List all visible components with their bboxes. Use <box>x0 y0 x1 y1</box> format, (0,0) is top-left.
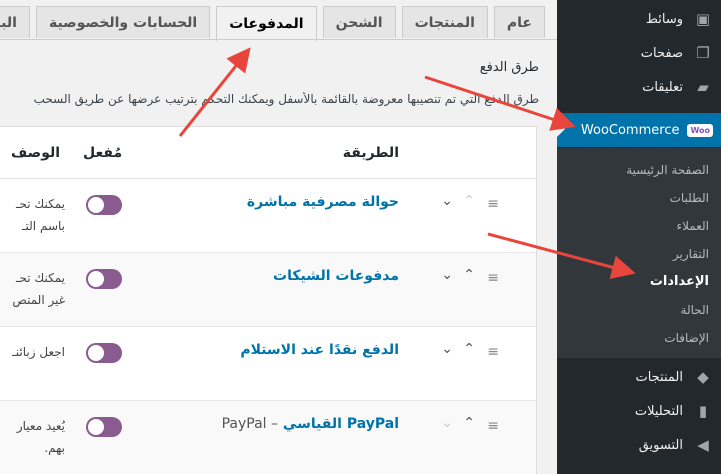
drag-handle-icon[interactable]: ≡ <box>487 418 499 434</box>
move-up-icon[interactable]: ⌃ <box>463 193 475 209</box>
payment-methods-table: الطريقة مُفعل الوصف ≡ ⌃ ⌄ حوالة مصرفية م… <box>0 126 537 474</box>
sidebar-item-label: التحليلات <box>634 403 683 419</box>
drag-handle-icon[interactable]: ≡ <box>487 270 499 286</box>
tab-products[interactable]: المنتجات <box>401 6 488 38</box>
sidebar-item-pages[interactable]: ❐ صفحات <box>557 36 721 70</box>
table-row: ≡ ⌃ ⌄ الدفع نقدًا عند الاستلام اجعل زبائ… <box>0 327 536 401</box>
submenu-status[interactable]: الحالة <box>681 303 709 317</box>
drag-handle-icon[interactable]: ≡ <box>487 344 499 360</box>
sidebar-item-label: صفحات <box>640 45 683 61</box>
settings-content: عام المنتجات الشحن المدفوعات الحسابات وا… <box>0 0 557 474</box>
sidebar-item-products[interactable]: ◆ المنتجات <box>557 360 721 394</box>
sidebar-item-media[interactable]: ▣ وسائط <box>557 2 721 36</box>
table-row: ≡ ⌃ ⌄ مدفوعات الشيكات يمكنك تحـ غير المت… <box>0 253 536 327</box>
admin-sidebar: ▣ وسائط ❐ صفحات ▰ تعليقات Woo WooCommerc… <box>557 0 721 474</box>
sidebar-item-woocommerce[interactable]: Woo WooCommerce <box>557 113 721 147</box>
submenu-extensions[interactable]: الإضافات <box>664 331 709 345</box>
table-row: ≡ ⌃ ⌄ PayPal القياسي – PayPal يُعيد معيا… <box>0 401 536 474</box>
media-icon: ▣ <box>695 10 711 28</box>
comments-icon: ▰ <box>697 78 709 96</box>
enable-toggle[interactable] <box>86 195 122 215</box>
drag-handle-icon[interactable]: ≡ <box>487 196 499 212</box>
submenu-home[interactable]: الصفحة الرئيسية <box>626 163 709 177</box>
header-enabled: مُفعل <box>83 145 123 161</box>
table-header: الطريقة مُفعل الوصف <box>0 127 536 179</box>
tab-accounts-privacy[interactable]: الحسابات والخصوصية <box>35 6 211 38</box>
settings-tabs: عام المنتجات الشحن المدفوعات الحسابات وا… <box>0 6 545 41</box>
move-down-icon[interactable]: ⌄ <box>441 341 453 357</box>
sidebar-item-label: المنتجات <box>635 369 683 385</box>
woocommerce-icon: Woo <box>687 123 713 137</box>
move-up-icon[interactable]: ⌃ <box>463 267 475 283</box>
table-row: ≡ ⌃ ⌄ حوالة مصرفية مباشرة يمكنك تحـ باسم… <box>0 179 536 253</box>
sidebar-item-label: تعليقات <box>642 79 683 95</box>
enable-toggle[interactable] <box>86 269 122 289</box>
method-description: اجعل زبائنـ <box>12 345 65 359</box>
method-description: يمكنك تحـ باسم التـ <box>15 197 65 233</box>
analytics-icon: ▮ <box>698 402 708 420</box>
sidebar-item-label: وسائط <box>645 11 683 27</box>
enable-toggle[interactable] <box>86 417 122 437</box>
section-description: طرق الدفع التي تم تنصيبها معروضة بالقائم… <box>33 92 539 106</box>
tab-emails[interactable]: البريد <box>0 6 30 38</box>
tab-payments[interactable]: المدفوعات <box>216 6 317 41</box>
sidebar-item-analytics[interactable]: ▮ التحليلات <box>557 394 721 428</box>
move-down-icon[interactable]: ⌄ <box>441 193 453 209</box>
enable-toggle[interactable] <box>86 343 122 363</box>
marketing-icon: ◀ <box>697 436 709 454</box>
submenu-orders[interactable]: الطلبات <box>670 191 709 205</box>
pages-icon: ❐ <box>696 44 710 62</box>
sidebar-item-label: WooCommerce <box>580 122 680 138</box>
method-paypal-cell: PayPal القياسي – PayPal <box>222 416 399 432</box>
method-description: يمكنك تحـ غير المتص <box>12 271 65 307</box>
tab-shipping[interactable]: الشحن <box>322 6 396 38</box>
submenu-settings[interactable]: الإعدادات <box>650 274 709 289</box>
move-down-icon[interactable]: ⌄ <box>441 267 453 283</box>
method-link-cod[interactable]: الدفع نقدًا عند الاستلام <box>240 342 399 358</box>
sidebar-item-comments[interactable]: ▰ تعليقات <box>557 70 721 104</box>
current-menu-arrow <box>557 121 565 137</box>
move-up-icon[interactable]: ⌃ <box>463 341 475 357</box>
woocommerce-submenu: الصفحة الرئيسية الطلبات العملاء التقارير… <box>557 148 721 358</box>
sidebar-item-label: التسويق <box>638 437 683 453</box>
tab-general[interactable]: عام <box>493 6 545 38</box>
tab-divider <box>0 39 557 40</box>
section-title: طرق الدفع <box>479 60 539 75</box>
method-description: يُعيد معيار بهم. <box>16 419 65 455</box>
method-link-bacs[interactable]: حوالة مصرفية مباشرة <box>247 194 399 210</box>
method-suffix: – PayPal <box>221 416 279 432</box>
move-down-icon[interactable]: ⌄ <box>441 415 453 431</box>
header-method: الطريقة <box>342 145 399 161</box>
submenu-customers[interactable]: العملاء <box>676 219 709 233</box>
move-up-icon[interactable]: ⌃ <box>463 415 475 431</box>
method-link-paypal[interactable]: PayPal القياسي <box>283 416 399 432</box>
method-link-cheque[interactable]: مدفوعات الشيكات <box>273 268 399 284</box>
submenu-reports[interactable]: التقارير <box>673 247 709 261</box>
products-icon: ◆ <box>697 368 709 386</box>
sidebar-item-marketing[interactable]: ◀ التسويق <box>557 428 721 462</box>
header-description: الوصف <box>11 145 61 161</box>
